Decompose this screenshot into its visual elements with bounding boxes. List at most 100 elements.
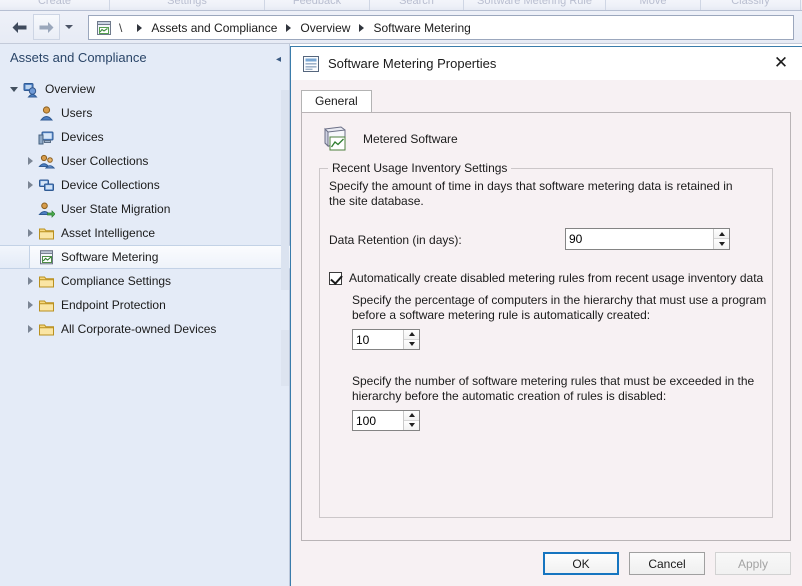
nav-button-group xyxy=(6,14,78,40)
overview-icon xyxy=(23,82,38,97)
auto-create-rules-label: Automatically create disabled metering r… xyxy=(349,271,764,285)
expand-chevron-right-icon[interactable] xyxy=(22,153,38,169)
dialog-title: Software Metering Properties xyxy=(328,56,497,71)
ok-button[interactable]: OK xyxy=(543,552,619,575)
breadcrumb-root: \ xyxy=(119,20,123,35)
stepper-down-icon[interactable] xyxy=(404,420,419,430)
dialog-button-bar: OK Cancel Apply xyxy=(543,552,791,575)
folder-icon xyxy=(39,324,54,335)
sidebar-item-label: All Corporate-owned Devices xyxy=(61,322,217,336)
back-arrow-icon xyxy=(12,21,27,33)
sidebar-item-device-collections[interactable]: Device Collections xyxy=(0,173,290,197)
sidebar-item-software-metering[interactable]: Software Metering xyxy=(0,245,290,269)
ribbon-strip: Create Settings Feedback Search Software Met… xyxy=(0,0,802,11)
collapse-chevron-down-icon[interactable] xyxy=(6,81,22,97)
cancel-button[interactable]: Cancel xyxy=(629,552,705,575)
expander-placeholder xyxy=(22,201,38,217)
ribbon-tab-search[interactable]: Search xyxy=(370,0,464,10)
data-retention-input[interactable] xyxy=(566,229,713,249)
ribbon-tab-list: Create Settings Feedback Search Software Met… xyxy=(0,0,802,10)
user-collections-icon xyxy=(38,154,55,168)
device-collections-icon xyxy=(39,179,54,191)
auto-create-rules-checkbox[interactable] xyxy=(329,271,342,285)
sidebar-scrollbar[interactable] xyxy=(281,90,289,386)
breadcrumb-separator-icon xyxy=(286,23,292,32)
tab-panel-general: Metered Software Recent Usage Inventory … xyxy=(301,113,791,541)
percent-threshold-input[interactable] xyxy=(353,330,403,349)
tab-general[interactable]: General xyxy=(301,90,372,113)
expand-chevron-right-icon[interactable] xyxy=(22,225,38,241)
breadcrumb-item-assets-and-compliance[interactable]: Assets and Compliance xyxy=(151,21,277,35)
expand-chevron-right-icon[interactable] xyxy=(22,297,38,313)
metered-software-label: Metered Software xyxy=(363,132,458,146)
dialog-title-bar: Software Metering Properties ✕ xyxy=(291,47,802,80)
ribbon-tab-settings[interactable]: Settings xyxy=(110,0,265,10)
rules-limit-description: Specify the number of software metering … xyxy=(352,374,755,403)
chevron-down-icon xyxy=(65,25,73,29)
auto-create-rules-checkbox-row[interactable]: Automatically create disabled metering r… xyxy=(329,271,763,285)
sidebar-item-users[interactable]: Users xyxy=(0,101,290,125)
sidebar-item-devices[interactable]: Devices xyxy=(0,125,290,149)
stepper-down-icon[interactable] xyxy=(714,239,729,249)
forward-button[interactable] xyxy=(33,14,60,40)
expander-placeholder xyxy=(22,129,38,145)
ribbon-tab-feedback[interactable]: Feedback xyxy=(265,0,370,10)
data-retention-label: Data Retention (in days): xyxy=(329,233,462,247)
scrollbar-track-lower[interactable] xyxy=(281,330,289,386)
expand-chevron-right-icon[interactable] xyxy=(22,273,38,289)
breadcrumb-item-software-metering[interactable]: Software Metering xyxy=(373,21,470,35)
breadcrumb-separator-icon xyxy=(359,23,365,32)
sidebar-item-label: Device Collections xyxy=(61,178,160,192)
sidebar-item-all-corporate-owned-devices[interactable]: All Corporate-owned Devices xyxy=(0,317,290,341)
folder-icon xyxy=(39,228,54,239)
stepper-up-icon[interactable] xyxy=(404,330,419,340)
sidebar-item-compliance-settings[interactable]: Compliance Settings xyxy=(0,269,290,293)
stepper-up-icon[interactable] xyxy=(404,411,419,421)
ribbon-tab-software-metering-rule[interactable]: Software Metering Rule xyxy=(464,0,606,10)
metering-icon xyxy=(40,249,53,264)
sidebar: Assets and Compliance ◂ Overview Users Dev… xyxy=(0,44,290,586)
stepper-buttons[interactable] xyxy=(713,229,729,249)
sidebar-title: Assets and Compliance xyxy=(10,50,147,65)
ribbon-tab-classify[interactable]: Classify xyxy=(701,0,801,10)
user-icon xyxy=(39,105,54,120)
percent-threshold-stepper[interactable] xyxy=(352,329,420,350)
expand-chevron-right-icon[interactable] xyxy=(22,177,38,193)
expand-chevron-right-icon[interactable] xyxy=(22,321,38,337)
sidebar-item-label: Users xyxy=(61,106,93,120)
ribbon-tab-create[interactable]: Create xyxy=(0,0,110,10)
close-icon[interactable]: ✕ xyxy=(766,51,796,76)
sidebar-item-label: Overview xyxy=(45,82,96,96)
dialog-tabstrip: General xyxy=(301,90,372,113)
sidebar-item-asset-intelligence[interactable]: Asset Intelligence xyxy=(0,221,290,245)
ribbon-tab-move[interactable]: Move xyxy=(606,0,701,10)
breadcrumb-item-overview[interactable]: Overview xyxy=(300,21,350,35)
rules-limit-input[interactable] xyxy=(353,411,403,430)
collapse-pane-icon[interactable]: ◂ xyxy=(276,54,281,65)
sidebar-item-label: Endpoint Protection xyxy=(61,298,166,312)
history-dropdown-button[interactable] xyxy=(60,14,78,40)
recent-usage-inventory-settings-group: Recent Usage Inventory Settings Specify … xyxy=(319,161,773,518)
properties-window-icon xyxy=(303,55,319,72)
rules-limit-stepper[interactable] xyxy=(352,410,420,431)
retention-description: Specify the amount of time in days that … xyxy=(329,179,733,208)
back-button[interactable] xyxy=(6,14,33,40)
stepper-buttons[interactable] xyxy=(403,411,419,430)
stepper-buttons[interactable] xyxy=(403,330,419,349)
sidebar-item-user-state-migration[interactable]: User State Migration xyxy=(0,197,290,221)
console-root-icon xyxy=(97,20,111,35)
forward-arrow-icon xyxy=(39,21,54,33)
stepper-down-icon[interactable] xyxy=(404,339,419,349)
folder-icon xyxy=(39,300,54,311)
data-retention-stepper[interactable] xyxy=(565,228,730,250)
sidebar-item-endpoint-protection[interactable]: Endpoint Protection xyxy=(0,293,290,317)
sidebar-item-user-collections[interactable]: User Collections xyxy=(0,149,290,173)
expander-placeholder xyxy=(22,249,38,265)
breadcrumb-separator-icon xyxy=(137,23,143,32)
sidebar-item-overview[interactable]: Overview xyxy=(0,77,290,101)
software-metering-properties-dialog: Software Metering Properties ✕ General M… xyxy=(290,46,802,586)
stepper-up-icon[interactable] xyxy=(714,229,729,239)
scrollbar-thumb[interactable] xyxy=(281,90,289,290)
percent-description: Specify the percentage of computers in t… xyxy=(352,293,767,322)
breadcrumb[interactable]: \ Assets and Compliance Overview Softwar… xyxy=(88,15,794,40)
